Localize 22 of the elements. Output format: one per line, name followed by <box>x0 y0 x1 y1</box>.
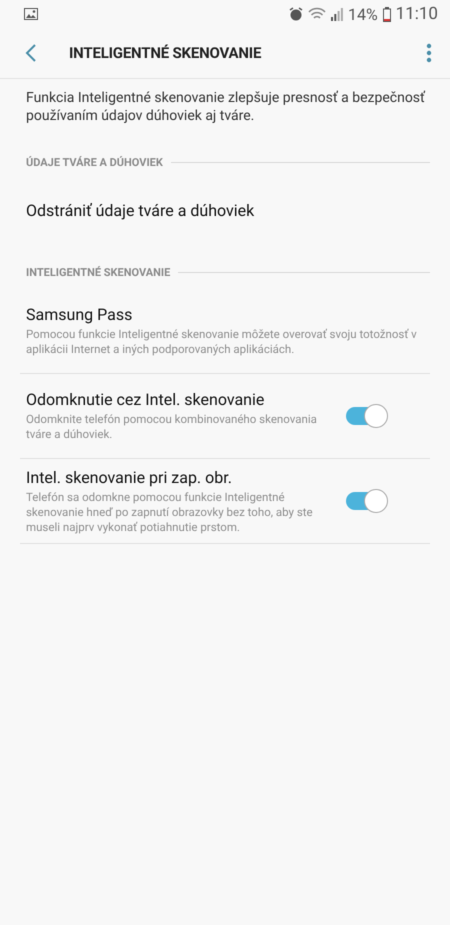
setting-summary: Telefón sa odomkne pomocou funkcie Inteligentné skenovanie hneď po zapnutí obrazovky bez toho, aby ste museli najprv vykonať potiahnutie prstom. <box>26 490 314 534</box>
signal-icon <box>330 7 343 21</box>
chevron-left-icon <box>24 43 38 63</box>
wifi-icon <box>308 7 326 21</box>
section-header: ÚDAJE TVÁRE A DÚHOVIEK <box>26 156 163 168</box>
alarm-icon <box>288 7 303 21</box>
setting-title[interactable]: Odstrániť údaje tváre a dúhoviek <box>26 201 422 221</box>
battery-icon <box>382 6 391 22</box>
screen-title: INTELIGENTNÉ SKENOVANIE <box>69 44 262 62</box>
clock-time: 11:10 <box>396 4 438 24</box>
battery-percent: 14% <box>348 4 378 24</box>
image-icon <box>24 8 38 20</box>
toggle-switch[interactable] <box>346 404 388 428</box>
section-header: INTELIGENTNÉ SKENOVANIE <box>26 266 170 278</box>
setting-title[interactable]: Odomknutie cez Intel. skenovanie <box>26 390 326 410</box>
setting-summary: Pomocou funkcie Inteligentné skenovanie môžete overovať svoju totožnosť v aplikácii Internet a iných podporovaných aplikáciách. <box>26 327 418 357</box>
setting-summary: Odomknite telefón pomocou kombinovaného skenovania tváre a dúhoviek. <box>26 412 318 442</box>
more-options-icon <box>426 43 432 63</box>
setting-title[interactable]: Samsung Pass <box>26 305 422 325</box>
toggle-switch[interactable] <box>346 489 388 513</box>
setting-title[interactable]: Intel. skenovanie pri zap. obr. <box>26 468 326 488</box>
intro-text: Funkcia Inteligentné skenovanie zlepšuje presnosť a bezpečnosť používaním údajov dúhoviek aj tváre. <box>26 89 426 125</box>
